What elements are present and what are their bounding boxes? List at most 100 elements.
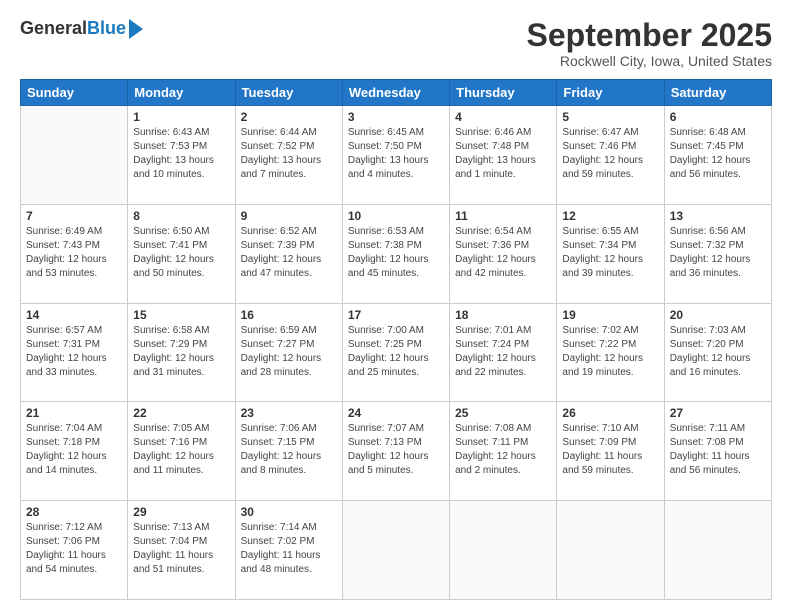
calendar-table: Sunday Monday Tuesday Wednesday Thursday… [20,79,772,600]
table-row: 8 Sunrise: 6:50 AM Sunset: 7:41 PM Daylig… [128,204,235,303]
day-number: 22 [133,406,229,420]
day-number: 6 [670,110,766,124]
header-friday: Friday [557,80,664,106]
day-number: 19 [562,308,658,322]
day-info: Sunrise: 6:45 AM Sunset: 7:50 PM Dayligh… [348,126,444,182]
title-section: September 2025 Rockwell City, Iowa, Unit… [527,18,772,69]
day-number: 20 [670,308,766,322]
logo-arrow-icon [129,19,143,39]
day-info: Sunrise: 7:14 AM Sunset: 7:02 PM Dayligh… [241,521,337,577]
day-number: 15 [133,308,229,322]
table-row: 18 Sunrise: 7:01 AM Sunset: 7:24 PM Dayli… [450,303,557,402]
table-row: 11 Sunrise: 6:54 AM Sunset: 7:36 PM Dayli… [450,204,557,303]
header-thursday: Thursday [450,80,557,106]
day-info: Sunrise: 6:56 AM Sunset: 7:32 PM Dayligh… [670,225,766,281]
table-row [557,501,664,600]
header: General Blue September 2025 Rockwell Cit… [20,18,772,69]
day-info: Sunrise: 6:53 AM Sunset: 7:38 PM Dayligh… [348,225,444,281]
header-saturday: Saturday [664,80,771,106]
day-info: Sunrise: 6:57 AM Sunset: 7:31 PM Dayligh… [26,324,122,380]
day-info: Sunrise: 7:00 AM Sunset: 7:25 PM Dayligh… [348,324,444,380]
day-info: Sunrise: 6:55 AM Sunset: 7:34 PM Dayligh… [562,225,658,281]
header-tuesday: Tuesday [235,80,342,106]
table-row: 19 Sunrise: 7:02 AM Sunset: 7:22 PM Dayli… [557,303,664,402]
day-info: Sunrise: 7:13 AM Sunset: 7:04 PM Dayligh… [133,521,229,577]
day-info: Sunrise: 7:07 AM Sunset: 7:13 PM Dayligh… [348,422,444,478]
day-info: Sunrise: 6:44 AM Sunset: 7:52 PM Dayligh… [241,126,337,182]
table-row: 5 Sunrise: 6:47 AM Sunset: 7:46 PM Daylig… [557,106,664,205]
table-row: 27 Sunrise: 7:11 AM Sunset: 7:08 PM Dayli… [664,402,771,501]
day-number: 7 [26,209,122,223]
day-number: 21 [26,406,122,420]
day-number: 3 [348,110,444,124]
table-row: 22 Sunrise: 7:05 AM Sunset: 7:16 PM Dayli… [128,402,235,501]
day-info: Sunrise: 7:03 AM Sunset: 7:20 PM Dayligh… [670,324,766,380]
location-text: Rockwell City, Iowa, United States [527,53,772,69]
day-number: 18 [455,308,551,322]
table-row: 15 Sunrise: 6:58 AM Sunset: 7:29 PM Dayli… [128,303,235,402]
day-info: Sunrise: 6:43 AM Sunset: 7:53 PM Dayligh… [133,126,229,182]
calendar-row: 14 Sunrise: 6:57 AM Sunset: 7:31 PM Dayli… [21,303,772,402]
day-info: Sunrise: 7:12 AM Sunset: 7:06 PM Dayligh… [26,521,122,577]
day-info: Sunrise: 6:54 AM Sunset: 7:36 PM Dayligh… [455,225,551,281]
day-number: 1 [133,110,229,124]
table-row [450,501,557,600]
calendar-row: 7 Sunrise: 6:49 AM Sunset: 7:43 PM Daylig… [21,204,772,303]
day-info: Sunrise: 7:05 AM Sunset: 7:16 PM Dayligh… [133,422,229,478]
day-number: 29 [133,505,229,519]
table-row: 14 Sunrise: 6:57 AM Sunset: 7:31 PM Dayli… [21,303,128,402]
header-wednesday: Wednesday [342,80,449,106]
day-info: Sunrise: 7:06 AM Sunset: 7:15 PM Dayligh… [241,422,337,478]
table-row: 16 Sunrise: 6:59 AM Sunset: 7:27 PM Dayli… [235,303,342,402]
table-row [21,106,128,205]
day-number: 14 [26,308,122,322]
logo: General Blue [20,18,143,39]
day-info: Sunrise: 6:49 AM Sunset: 7:43 PM Dayligh… [26,225,122,281]
day-number: 5 [562,110,658,124]
table-row: 21Sunrise: 7:04 AM Sunset: 7:18 PM Dayli… [21,402,128,501]
table-row: 20 Sunrise: 7:03 AM Sunset: 7:20 PM Dayli… [664,303,771,402]
day-number: 8 [133,209,229,223]
day-info: Sunrise: 6:47 AM Sunset: 7:46 PM Dayligh… [562,126,658,182]
day-info: Sunrise: 7:08 AM Sunset: 7:11 PM Dayligh… [455,422,551,478]
table-row: 4Sunrise: 6:46 AM Sunset: 7:48 PM Daylig… [450,106,557,205]
day-number: 4 [455,110,551,124]
table-row: 30 Sunrise: 7:14 AM Sunset: 7:02 PM Dayli… [235,501,342,600]
table-row: 6Sunrise: 6:48 AM Sunset: 7:45 PM Daylig… [664,106,771,205]
day-number: 11 [455,209,551,223]
day-info: Sunrise: 6:58 AM Sunset: 7:29 PM Dayligh… [133,324,229,380]
day-number: 30 [241,505,337,519]
table-row: 23Sunrise: 7:06 AM Sunset: 7:15 PM Dayli… [235,402,342,501]
table-row: 3 Sunrise: 6:45 AM Sunset: 7:50 PM Daylig… [342,106,449,205]
day-info: Sunrise: 7:11 AM Sunset: 7:08 PM Dayligh… [670,422,766,478]
day-info: Sunrise: 6:59 AM Sunset: 7:27 PM Dayligh… [241,324,337,380]
day-number: 2 [241,110,337,124]
calendar-row: 1 Sunrise: 6:43 AM Sunset: 7:53 PM Daylig… [21,106,772,205]
day-info: Sunrise: 6:50 AM Sunset: 7:41 PM Dayligh… [133,225,229,281]
page: General Blue September 2025 Rockwell Cit… [0,0,792,612]
day-number: 16 [241,308,337,322]
table-row [664,501,771,600]
day-info: Sunrise: 7:02 AM Sunset: 7:22 PM Dayligh… [562,324,658,380]
table-row: 2 Sunrise: 6:44 AM Sunset: 7:52 PM Daylig… [235,106,342,205]
day-info: Sunrise: 7:01 AM Sunset: 7:24 PM Dayligh… [455,324,551,380]
calendar-row: 21Sunrise: 7:04 AM Sunset: 7:18 PM Dayli… [21,402,772,501]
table-row: 26Sunrise: 7:10 AM Sunset: 7:09 PM Dayli… [557,402,664,501]
logo-general-text: General [20,18,87,39]
weekday-header-row: Sunday Monday Tuesday Wednesday Thursday… [21,80,772,106]
calendar-row: 28Sunrise: 7:12 AM Sunset: 7:06 PM Dayli… [21,501,772,600]
day-number: 9 [241,209,337,223]
table-row: 7 Sunrise: 6:49 AM Sunset: 7:43 PM Daylig… [21,204,128,303]
table-row: 28Sunrise: 7:12 AM Sunset: 7:06 PM Dayli… [21,501,128,600]
day-info: Sunrise: 7:10 AM Sunset: 7:09 PM Dayligh… [562,422,658,478]
table-row: 29 Sunrise: 7:13 AM Sunset: 7:04 PM Dayli… [128,501,235,600]
table-row: 25Sunrise: 7:08 AM Sunset: 7:11 PM Dayli… [450,402,557,501]
table-row: 24 Sunrise: 7:07 AM Sunset: 7:13 PM Dayli… [342,402,449,501]
day-number: 27 [670,406,766,420]
day-info: Sunrise: 6:52 AM Sunset: 7:39 PM Dayligh… [241,225,337,281]
day-number: 17 [348,308,444,322]
month-title: September 2025 [527,18,772,53]
day-number: 24 [348,406,444,420]
logo-blue-text: Blue [87,18,126,39]
header-monday: Monday [128,80,235,106]
